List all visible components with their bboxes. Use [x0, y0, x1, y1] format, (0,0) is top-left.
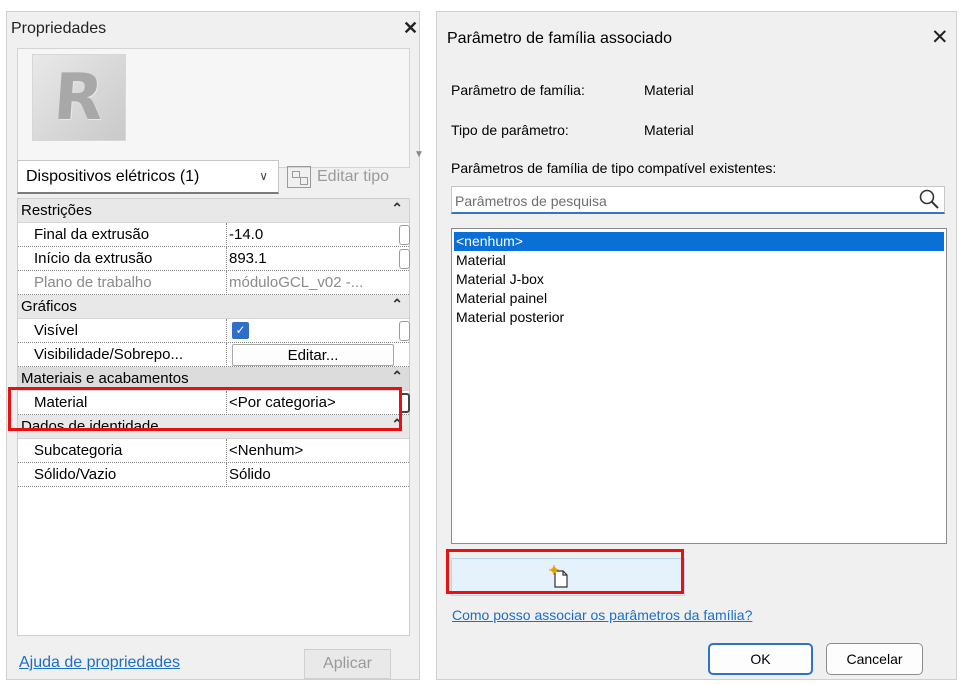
collapse-icon[interactable]: ⌃ [391, 200, 403, 217]
list-item[interactable]: <nenhum> [454, 232, 944, 251]
property-row-final-extrusao[interactable]: Final da extrusão -14.0 [18, 223, 410, 247]
edit-type-button[interactable]: Editar tipo [287, 160, 389, 194]
close-icon[interactable]: ✕ [403, 18, 418, 39]
associate-parameter-button[interactable] [399, 393, 410, 413]
properties-panel: Propriedades ✕ R ▼ Dispositivos elétrico… [6, 11, 424, 680]
edit-type-icon [287, 166, 311, 188]
property-label: Início da extrusão [34, 250, 153, 267]
type-selector-value: Dispositivos elétricos (1) [26, 167, 200, 185]
compatible-params-label: Parâmetros de família de tipo compatível… [451, 160, 777, 176]
cancel-button[interactable]: Cancelar [826, 643, 923, 675]
property-label: Visibilidade/Sobrepo... [34, 346, 183, 363]
property-value[interactable]: <Nenhum> [229, 442, 399, 459]
group-header-restricoes[interactable]: Restrições ⌃ [18, 199, 409, 223]
group-header-graficos[interactable]: Gráficos ⌃ [18, 295, 409, 319]
associate-parameter-button[interactable] [399, 225, 410, 245]
chevron-down-icon[interactable]: ▼ [414, 149, 424, 160]
properties-grid: Restrições ⌃ Final da extrusão -14.0 Iní… [17, 198, 410, 636]
property-value[interactable]: 893.1 [229, 250, 399, 267]
param-type-label: Tipo de parâmetro: [451, 122, 569, 138]
type-preview[interactable]: R ▼ [17, 48, 424, 168]
property-label: Sólido/Vazio [34, 466, 117, 483]
ok-button[interactable]: OK [708, 643, 813, 675]
collapse-icon[interactable]: ⌃ [391, 368, 403, 385]
edit-visibility-button[interactable]: Editar... [232, 344, 394, 366]
dialog-title: Parâmetro de família associado [447, 30, 672, 47]
list-item[interactable]: Material posterior [454, 308, 944, 327]
param-type-value: Material [644, 122, 694, 138]
property-row-material[interactable]: Material <Por categoria> [18, 391, 410, 415]
search-box[interactable] [451, 186, 945, 214]
edit-type-label: Editar tipo [317, 168, 390, 185]
property-label: Subcategoria [34, 442, 123, 459]
list-item[interactable]: Material painel [454, 289, 944, 308]
property-label: Final da extrusão [34, 226, 150, 243]
panel-title: Propriedades [11, 20, 107, 37]
property-row-solido-vazio[interactable]: Sólido/Vazio Sólido [18, 463, 409, 487]
property-label: Material [34, 394, 88, 411]
family-param-label: Parâmetro de família: [451, 82, 585, 98]
collapse-icon[interactable]: ⌃ [391, 296, 403, 313]
property-row-plano-trabalho: Plano de trabalho móduloGCL_v02 -... [18, 271, 409, 295]
list-item[interactable]: Material [454, 251, 944, 270]
family-param-value: Material [644, 82, 694, 98]
close-icon[interactable]: ✕ [931, 25, 949, 50]
type-selector[interactable]: Dispositivos elétricos (1) ∨ [17, 160, 279, 194]
chevron-down-icon: ∨ [259, 169, 268, 183]
property-label: Plano de trabalho [34, 274, 152, 291]
group-header-identidade[interactable]: Dados de identidade ⌃ [18, 415, 409, 439]
properties-help-link[interactable]: Ajuda de propriedades [19, 654, 180, 672]
parameter-list[interactable]: <nenhum> Material Material J-box Materia… [451, 228, 947, 544]
property-row-subcategoria[interactable]: Subcategoria <Nenhum> [18, 439, 409, 463]
search-input[interactable] [455, 190, 911, 211]
group-label: Materiais e acabamentos [21, 370, 189, 387]
associate-family-parameter-dialog: Parâmetro de família associado ✕ Parâmet… [436, 11, 957, 680]
new-parameter-button[interactable] [451, 558, 685, 596]
property-value[interactable]: Sólido [229, 466, 399, 483]
associate-help-link[interactable]: Como posso associar os parâmetros da fam… [452, 607, 752, 623]
property-value[interactable]: <Por categoria> [229, 394, 399, 411]
list-item[interactable]: Material J-box [454, 270, 944, 289]
associate-parameter-button[interactable] [399, 249, 410, 269]
property-value: móduloGCL_v02 -... [229, 274, 364, 291]
search-icon[interactable] [918, 188, 940, 210]
group-label: Restrições [21, 202, 92, 219]
new-parameter-icon [549, 565, 568, 588]
property-row-visibilidade[interactable]: Visibilidade/Sobrepo... Editar... [18, 343, 409, 367]
group-header-materiais[interactable]: Materiais e acabamentos ⌃ [18, 367, 409, 391]
collapse-icon[interactable]: ⌃ [391, 416, 403, 433]
property-value[interactable]: -14.0 [229, 226, 399, 243]
apply-button[interactable]: Aplicar [304, 649, 391, 679]
visible-checkbox[interactable]: ✓ [232, 322, 249, 339]
property-row-visivel[interactable]: Visível ✓ [18, 319, 410, 343]
revit-logo-letter: R [51, 60, 107, 135]
associate-parameter-button[interactable] [399, 321, 410, 341]
revit-logo: R [32, 54, 126, 141]
property-label: Visível [34, 322, 78, 339]
group-label: Dados de identidade [21, 418, 159, 435]
group-label: Gráficos [21, 298, 77, 315]
property-row-inicio-extrusao[interactable]: Início da extrusão 893.1 [18, 247, 410, 271]
